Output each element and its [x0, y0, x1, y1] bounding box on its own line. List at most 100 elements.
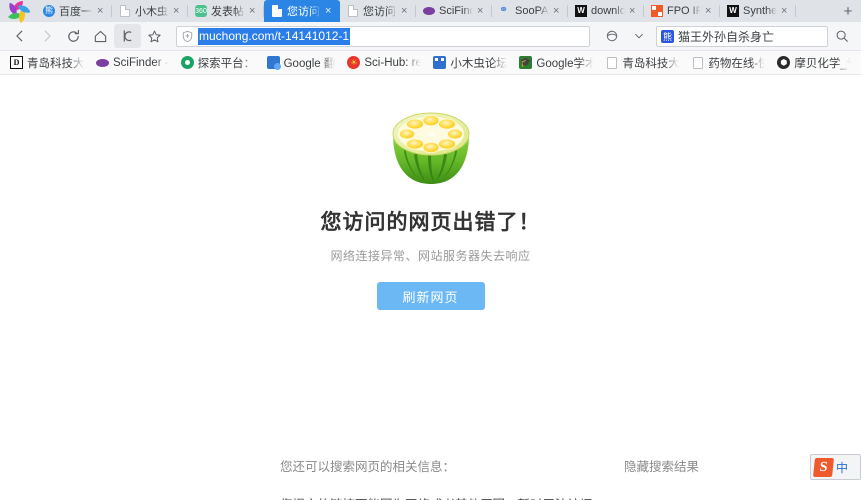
error-title: 您访问的网页出错了！ [320, 211, 541, 234]
tab-8[interactable]: FPO IP × [644, 0, 720, 22]
tab-1[interactable]: 小木虫 × [112, 0, 188, 22]
bookmark-label: 青岛科技大 [622, 57, 680, 70]
tab-close-icon[interactable]: × [553, 5, 563, 17]
restore-session-icon[interactable] [114, 24, 141, 48]
tab-label: SooPAT [515, 5, 549, 17]
tab-strip: 熊百度一 × 小木虫 × 360 发表帖 × 您访问 × 您访问 × SciFinder × ⚭ SooPA… [0, 0, 861, 23]
search-hint-text: 您还可以搜索网页的相关信息： [280, 460, 456, 474]
bookmark-item-9[interactable]: ⬢摩贝化学_专 [771, 53, 857, 73]
scifinder-icon [423, 5, 435, 17]
sliced-lemon-watermelon-icon [381, 92, 481, 192]
tab-6[interactable]: ⚭ SooPAT × [492, 0, 568, 22]
omnibox-actions [598, 24, 652, 48]
tab-close-icon[interactable]: × [477, 5, 487, 17]
search-submit-icon[interactable] [828, 24, 855, 48]
tab-2[interactable]: 360 发表帖 × [188, 0, 264, 22]
bookmark-item-2[interactable]: 探索平台： [175, 53, 261, 73]
tab-close-icon[interactable]: × [325, 5, 335, 17]
browser-window: 熊百度一×小木虫×360发表帖×您访问×您访问×SciFinder×⚭SooPA… [0, 0, 861, 500]
bookmark-item-8[interactable]: 药物在线-快 [685, 53, 771, 73]
page-icon [605, 56, 618, 69]
refresh-button[interactable]: 刷新网页 [376, 282, 485, 310]
search-box[interactable]: 熊 猫王外孙自杀身亡 [656, 25, 828, 47]
security-shield-icon [181, 30, 194, 43]
ime-mode-label[interactable]: 中 [836, 459, 848, 476]
bookmark-item-7[interactable]: 青岛科技大 [599, 53, 685, 73]
url-text[interactable]: muchong.com/t-14141012-1 [198, 27, 351, 45]
tab-label: 您访问 [363, 6, 396, 18]
page-icon [271, 5, 283, 17]
tab-9[interactable]: W Synthe × [720, 0, 796, 22]
bookmark-label: 小木虫论坛 [450, 57, 508, 70]
bookmark-item-5[interactable]: 小木虫论坛 [427, 53, 513, 73]
360-icon: 360 [195, 5, 207, 17]
bookmark-label: Google 翻 [283, 57, 336, 70]
bookmark-item-10[interactable]: ⚭SooPAT 专 [857, 53, 861, 73]
forward-icon [33, 24, 60, 48]
navigation-toolbar: muchong.com/t-14141012-1 熊 猫王外孙自杀身亡 [0, 22, 861, 51]
bookmark-item-6[interactable]: 🎓 Google学术 [513, 53, 599, 73]
mobei-icon: ⬢ [777, 56, 791, 69]
browser-logo [0, 0, 36, 23]
page-icon [119, 5, 131, 17]
search-input[interactable]: 猫王外孙自杀身亡 [678, 28, 823, 45]
tab-4[interactable]: 您访问 × [340, 0, 416, 22]
scifinder-icon [96, 56, 109, 69]
tab-0[interactable]: 熊百度一 × [36, 0, 112, 22]
address-bar[interactable]: muchong.com/t-14141012-1 [176, 25, 590, 47]
tab-label: 发表帖 [211, 6, 244, 18]
tab-label: 百度一 [59, 6, 92, 18]
translate-icon[interactable] [598, 24, 625, 48]
home-icon[interactable] [87, 24, 114, 48]
bookmarks-bar: D 青岛科技大 SciFinder - 探索平台： Google 翻 ☀ Sci-Hub: … [0, 51, 861, 75]
search-suggestion-area: 您还可以搜索网页的相关信息： 隐藏搜索结果 您提交的链接可能因为网络或者其他原因… [280, 456, 801, 500]
baidu-icon: 熊 [43, 5, 55, 17]
word-icon: W [575, 5, 587, 17]
bookmark-item-0[interactable]: D 青岛科技大 [4, 53, 90, 73]
tab-close-icon[interactable]: × [97, 5, 107, 17]
tab-5[interactable]: SciFinder × [416, 0, 492, 22]
tansuo-icon [180, 56, 194, 69]
bookmark-item-3[interactable]: Google 翻 [261, 53, 342, 73]
tab-7[interactable]: Wdownlo × [568, 0, 644, 22]
tab-label: FPO IP [667, 5, 701, 17]
tab-close-icon[interactable]: × [401, 5, 411, 17]
google-scholar-icon: 🎓 [519, 56, 533, 69]
tab-close-icon[interactable]: × [781, 5, 791, 17]
tab-close-icon[interactable]: × [173, 5, 183, 17]
back-icon[interactable] [6, 24, 33, 48]
tab-3-active[interactable]: 您访问 × [264, 0, 340, 22]
pinwheel-icon [6, 1, 31, 23]
tab-label: SciFinder [439, 5, 473, 17]
bookmark-label: 青岛科技大 [27, 57, 84, 70]
tab-label: downlo [591, 5, 625, 17]
reload-icon[interactable] [60, 24, 87, 48]
sogou-logo-icon: S [813, 457, 834, 477]
baidu-search-icon: 熊 [661, 29, 674, 43]
error-subtitle: 网络连接异常、网站服务器失去响应 [330, 249, 531, 263]
word-icon: W [727, 5, 739, 17]
tab-close-icon[interactable]: × [249, 5, 259, 17]
tab-label: 您访问 [287, 6, 320, 18]
google-icon [266, 56, 281, 70]
page-icon [691, 56, 704, 69]
bookmark-label: Google学术 [536, 57, 594, 70]
sogou-ime-bar[interactable]: S 中 [810, 454, 861, 480]
tab-close-icon[interactable]: × [629, 5, 639, 17]
page-icon [347, 5, 359, 17]
tab-label: 小木虫 [135, 6, 168, 18]
new-tab-button[interactable]: + [835, 0, 861, 22]
omnibox-dropdown-icon[interactable] [625, 24, 652, 48]
letter-d-icon: D [10, 56, 23, 69]
bookmark-label: Sci-Hub: re [364, 56, 422, 69]
hide-results-link[interactable]: 隐藏搜索结果 [624, 456, 699, 475]
bookmark-label: 探索平台： [197, 57, 255, 70]
bookmark-item-1[interactable]: SciFinder - [90, 53, 175, 73]
tab-close-icon[interactable]: × [705, 5, 715, 17]
bookmark-item-4[interactable]: ☀ Sci-Hub: re [341, 53, 427, 73]
bookmark-label: SciFinder - [113, 56, 169, 69]
bookmark-star-icon[interactable] [141, 24, 168, 48]
error-reason-text: 您提交的链接可能因为网络或者其他原因，暂时无法访问。 [280, 494, 801, 500]
soopat-icon: ⚭ [499, 4, 509, 16]
tab-label: Synthe [743, 5, 777, 17]
